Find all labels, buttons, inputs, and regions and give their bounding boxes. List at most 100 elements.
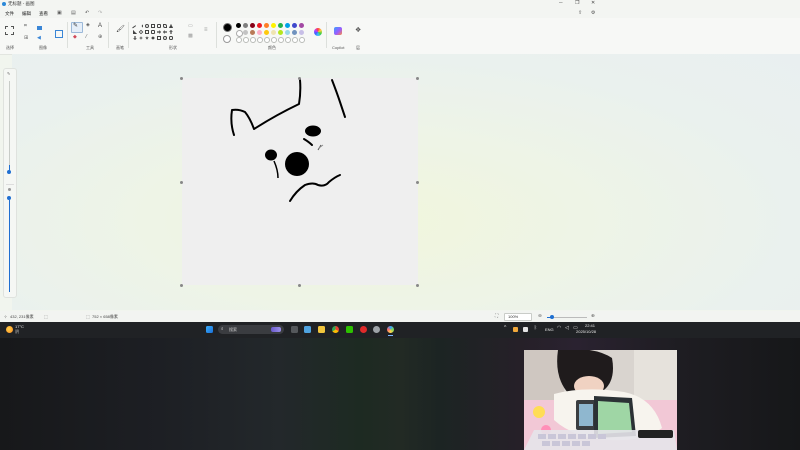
clock-time[interactable]: 22:41 bbox=[585, 324, 595, 328]
eraser-icon[interactable]: ◆ bbox=[73, 35, 77, 40]
zoom-in-icon[interactable]: ⊕ bbox=[591, 313, 595, 319]
color-swatch[interactable] bbox=[257, 23, 262, 28]
color-swatch[interactable] bbox=[243, 30, 248, 35]
arrow-left-shape-icon[interactable] bbox=[163, 30, 167, 34]
fit-window-icon[interactable]: ⛶ bbox=[495, 313, 498, 319]
tray-app-icon[interactable] bbox=[513, 327, 518, 332]
rotate-icon[interactable]: ◀ bbox=[37, 36, 41, 41]
settings-gear-icon[interactable]: ⚙ bbox=[591, 11, 595, 16]
resize-icon[interactable]: ⊞ bbox=[24, 36, 28, 41]
canvas-resize-handle-br[interactable] bbox=[416, 284, 419, 287]
primary-color-swatch[interactable] bbox=[223, 23, 232, 32]
five-point-star-shape-icon[interactable] bbox=[145, 36, 149, 40]
settings-app-icon[interactable] bbox=[373, 326, 380, 333]
hexagon-shape-icon[interactable] bbox=[151, 30, 155, 34]
clock-date[interactable]: 2025/10/28 bbox=[576, 330, 596, 334]
fill-dropdown-icon[interactable]: ▩ bbox=[188, 34, 193, 39]
arrow-down-shape-icon[interactable] bbox=[133, 36, 137, 40]
magnifier-icon[interactable]: ⊕ bbox=[98, 35, 102, 40]
callout-cloud-shape-icon[interactable] bbox=[169, 36, 173, 40]
show-hidden-icons-chevron-icon[interactable]: ^ bbox=[504, 326, 506, 331]
color-swatch[interactable] bbox=[271, 23, 276, 28]
wechat-icon[interactable] bbox=[346, 326, 353, 333]
zoom-slider-thumb[interactable] bbox=[550, 315, 554, 319]
color-swatch[interactable] bbox=[292, 23, 297, 28]
menu-file[interactable]: 文件 bbox=[5, 11, 14, 17]
canvas-resize-handle-ml[interactable] bbox=[180, 181, 183, 184]
color-swatch[interactable] bbox=[243, 23, 248, 28]
close-button[interactable]: ✕ bbox=[591, 1, 595, 6]
tray-app-icon-2[interactable] bbox=[523, 327, 528, 332]
color-swatch[interactable] bbox=[299, 23, 304, 28]
image-select-icon[interactable] bbox=[37, 26, 42, 30]
oval-shape-icon[interactable] bbox=[145, 24, 149, 28]
crop-icon[interactable]: ⌗ bbox=[24, 24, 27, 29]
color-swatch[interactable] bbox=[271, 30, 276, 35]
color-swatch[interactable] bbox=[264, 23, 269, 28]
selection-rectangle-icon[interactable] bbox=[5, 26, 14, 35]
custom-color-slot[interactable] bbox=[243, 37, 249, 43]
image-properties-icon[interactable] bbox=[55, 30, 63, 38]
color-swatch[interactable] bbox=[285, 23, 290, 28]
arrow-right-shape-icon[interactable] bbox=[157, 30, 161, 34]
zoom-out-icon[interactable]: ⊖ bbox=[538, 313, 542, 319]
color-swatch[interactable] bbox=[285, 30, 290, 35]
canvas-resize-handle-bl[interactable] bbox=[180, 284, 183, 287]
custom-color-slot[interactable] bbox=[257, 37, 263, 43]
custom-color-slot[interactable] bbox=[271, 37, 277, 43]
brush-size-slider-track[interactable] bbox=[9, 81, 10, 171]
rectangle-shape-icon[interactable] bbox=[151, 24, 155, 28]
red-app-icon[interactable] bbox=[360, 326, 367, 333]
redo-icon[interactable]: ↷ bbox=[98, 11, 102, 16]
canvas-resize-handle-bm[interactable] bbox=[298, 284, 301, 287]
six-point-star-shape-icon[interactable] bbox=[151, 36, 155, 40]
weather-icon[interactable] bbox=[6, 326, 13, 333]
triangle-shape-icon[interactable] bbox=[169, 24, 173, 28]
color-swatch[interactable] bbox=[278, 23, 283, 28]
copilot-icon[interactable] bbox=[334, 27, 342, 35]
custom-color-slot[interactable] bbox=[236, 37, 242, 43]
custom-color-slot[interactable] bbox=[292, 37, 298, 43]
color-swatch[interactable] bbox=[250, 23, 255, 28]
line-shape-icon[interactable] bbox=[132, 25, 138, 31]
curve-shape-icon[interactable] bbox=[139, 24, 143, 28]
color-swatch[interactable] bbox=[250, 30, 255, 35]
brush-icon[interactable]: 🖌 bbox=[116, 26, 125, 33]
menu-view[interactable]: 查看 bbox=[39, 11, 48, 17]
pentagon-shape-icon[interactable] bbox=[145, 30, 149, 34]
widgets-icon[interactable] bbox=[304, 326, 311, 333]
color-swatch[interactable] bbox=[299, 30, 304, 35]
drawing-canvas[interactable] bbox=[182, 78, 418, 285]
wifi-icon[interactable]: ◠ bbox=[557, 326, 561, 331]
layers-icon[interactable]: ❖ bbox=[355, 27, 361, 34]
canvas-resize-handle-tm[interactable] bbox=[298, 77, 301, 80]
paint-taskbar-icon[interactable] bbox=[387, 326, 394, 333]
four-point-star-shape-icon[interactable] bbox=[139, 36, 143, 40]
polygon-shape-icon[interactable] bbox=[163, 24, 167, 28]
undo-icon[interactable]: ↶ bbox=[85, 11, 89, 16]
minimize-button[interactable]: ─ bbox=[559, 1, 563, 6]
share-icon[interactable]: ⇪ bbox=[578, 11, 582, 16]
menu-edit[interactable]: 编辑 bbox=[22, 11, 31, 17]
chrome-icon[interactable] bbox=[332, 326, 339, 333]
custom-color-slot[interactable] bbox=[299, 37, 305, 43]
task-view-icon[interactable] bbox=[291, 326, 298, 333]
start-windows-icon[interactable] bbox=[206, 326, 213, 333]
stroke-size-icon[interactable]: ≡ bbox=[204, 27, 208, 33]
color-swatch[interactable] bbox=[257, 30, 262, 35]
brush-size-slider-thumb[interactable] bbox=[7, 170, 11, 174]
secondary-color-swatch[interactable] bbox=[223, 35, 231, 43]
canvas-resize-handle-tr[interactable] bbox=[416, 77, 419, 80]
canvas-resize-handle-mr[interactable] bbox=[416, 181, 419, 184]
shapes-gallery[interactable] bbox=[132, 24, 179, 44]
volume-icon[interactable]: ◁ bbox=[565, 326, 569, 331]
custom-color-slot[interactable] bbox=[250, 37, 256, 43]
edit-colors-icon[interactable] bbox=[314, 28, 322, 36]
outline-dropdown-icon[interactable]: ▭ bbox=[188, 24, 193, 29]
color-swatch[interactable] bbox=[236, 23, 241, 28]
fill-bucket-icon[interactable]: ◈ bbox=[86, 23, 90, 28]
callout-rect-shape-icon[interactable] bbox=[157, 36, 161, 40]
color-swatch[interactable] bbox=[278, 30, 283, 35]
text-tool-icon[interactable]: A bbox=[98, 23, 102, 29]
custom-color-slot[interactable] bbox=[278, 37, 284, 43]
